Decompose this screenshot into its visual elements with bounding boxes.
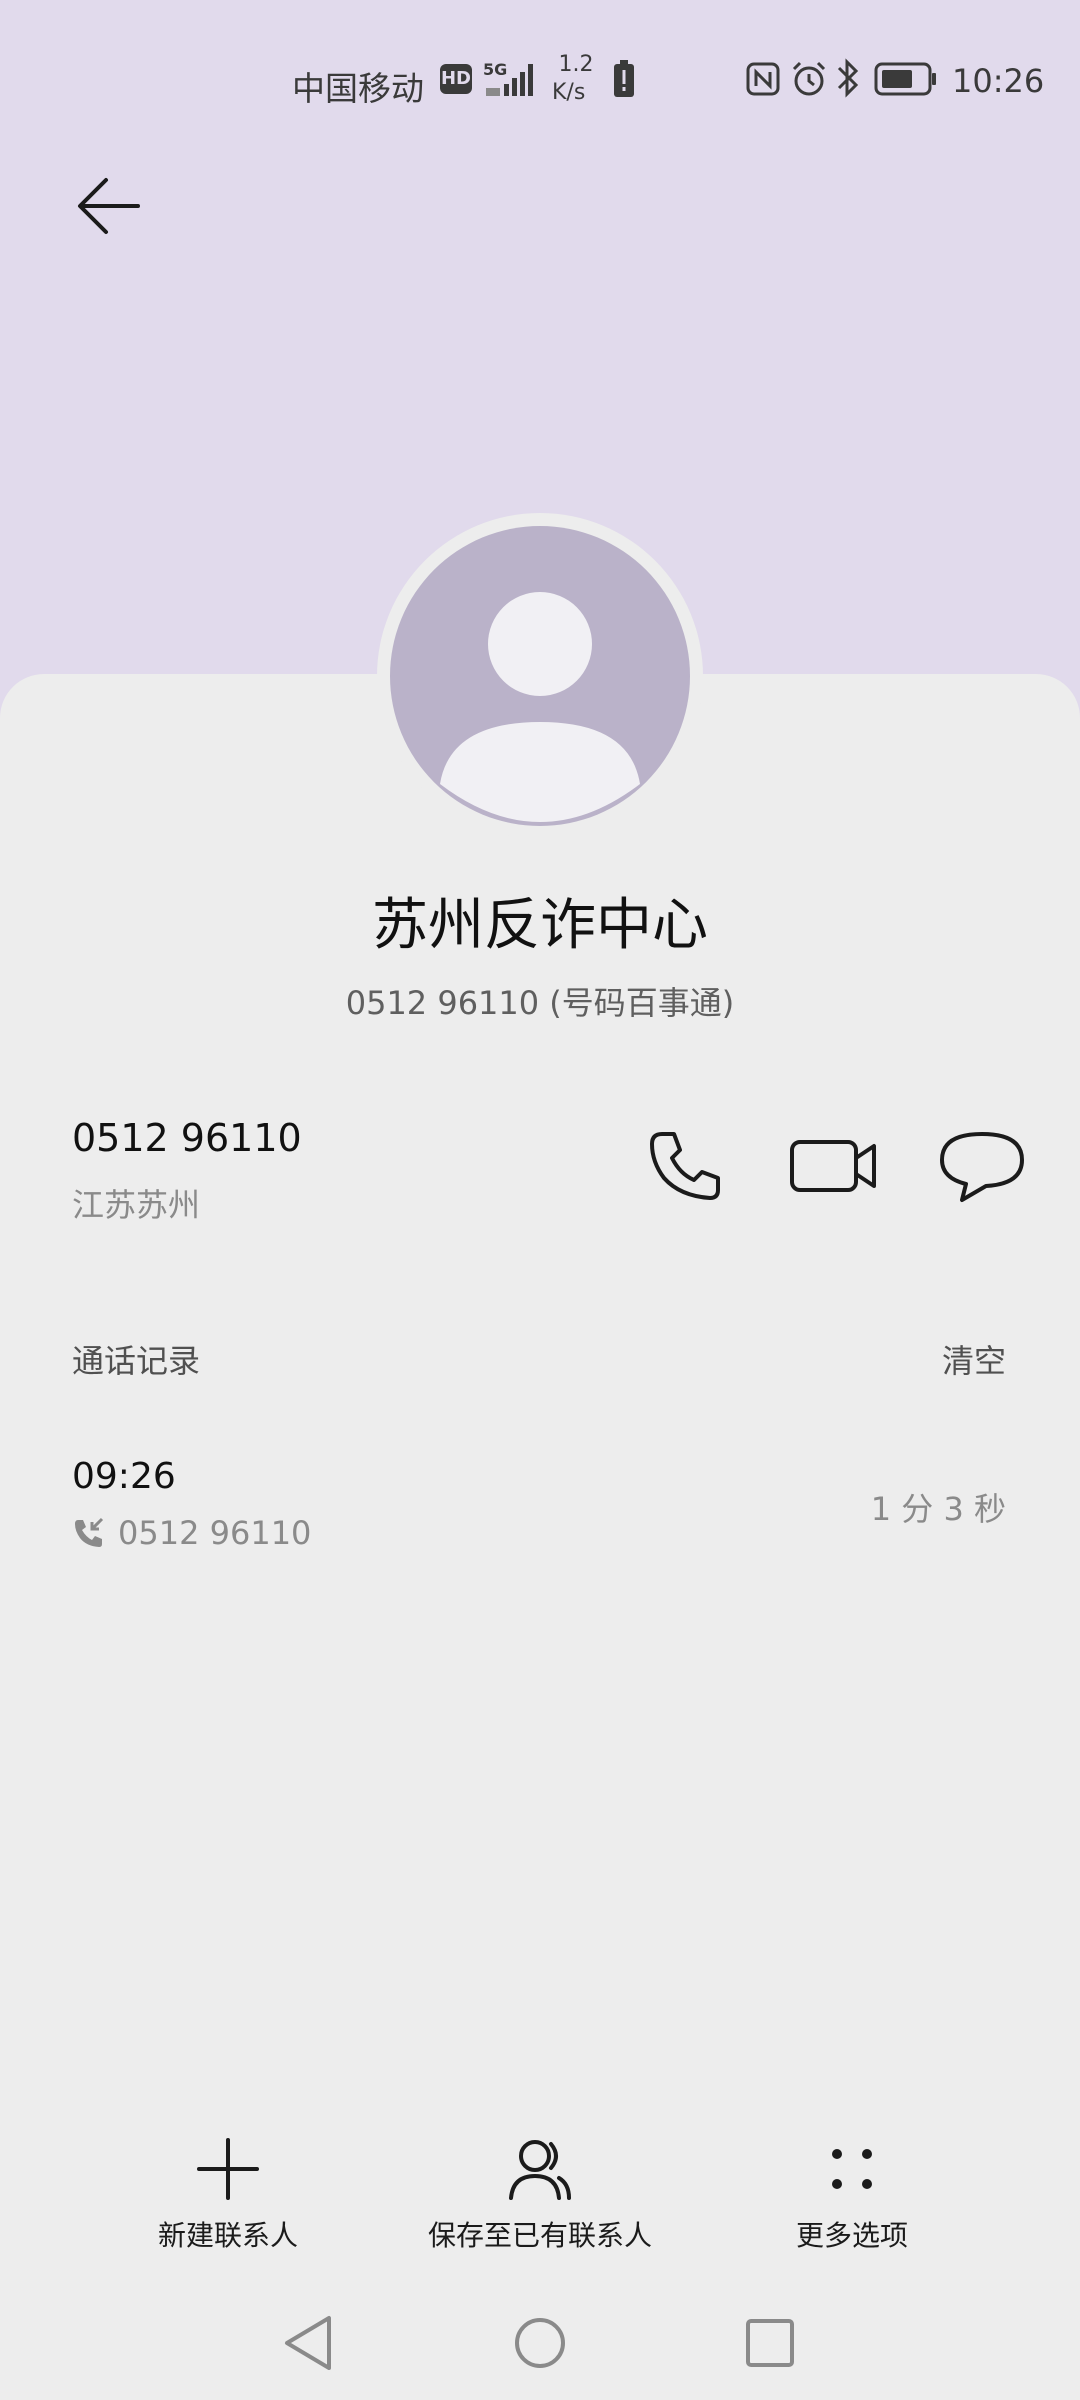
alarm-icon xyxy=(792,61,826,96)
message-button[interactable] xyxy=(932,1120,1032,1210)
clear-call-log-button[interactable]: 清空 xyxy=(942,1336,1006,1382)
carrier-name: 中国移动 xyxy=(292,69,424,108)
nfc-icon xyxy=(746,62,780,96)
call-log-title: 通话记录 xyxy=(72,1342,201,1380)
square-recents-icon xyxy=(746,2319,794,2367)
status-bar: 中国移动 HD 5G 1.2 K/s 10:26 xyxy=(0,0,1080,160)
bluetooth-icon xyxy=(837,58,859,98)
save-to-existing-label: 保存至已有联系人 xyxy=(427,2219,652,2252)
nav-back-button[interactable] xyxy=(275,2308,345,2378)
more-options-label: 更多选项 xyxy=(795,2219,908,2252)
triangle-back-icon xyxy=(285,2316,331,2370)
call-time: 09:26 xyxy=(72,1456,176,1497)
incoming-call-icon xyxy=(75,1517,104,1547)
circle-home-icon xyxy=(515,2318,565,2368)
battery-alert-icon xyxy=(614,60,634,97)
number-location: 江苏苏州 xyxy=(72,1186,201,1224)
contacts-icon xyxy=(509,2140,571,2200)
phone-icon xyxy=(650,1132,720,1200)
new-contact-button[interactable]: 新建联系人 xyxy=(78,2134,378,2254)
speed-unit: K/s xyxy=(552,80,586,105)
arrow-left-icon xyxy=(78,178,140,234)
avatar xyxy=(390,526,690,826)
chat-bubble-icon xyxy=(940,1132,1024,1202)
nav-recents-button[interactable] xyxy=(735,2308,805,2378)
call-button[interactable] xyxy=(640,1120,730,1210)
new-contact-label: 新建联系人 xyxy=(157,2219,298,2252)
video-camera-icon xyxy=(790,1140,876,1192)
more-options-button[interactable]: 更多选项 xyxy=(702,2134,1002,2254)
plus-icon xyxy=(197,2138,259,2200)
video-call-button[interactable] xyxy=(784,1120,894,1210)
save-to-existing-contact-button[interactable]: 保存至已有联系人 xyxy=(390,2134,690,2254)
clock: 10:26 xyxy=(952,62,1045,100)
call-number-row: 0512 96110 xyxy=(72,1514,311,1552)
battery-icon xyxy=(874,62,936,96)
call-duration: 1 分 3 秒 xyxy=(870,1490,1006,1528)
call-number: 0512 96110 xyxy=(118,1514,312,1552)
contact-name: 苏州反诈中心 xyxy=(372,893,708,958)
back-button[interactable] xyxy=(60,160,156,256)
person-placeholder-icon xyxy=(440,592,640,822)
nav-home-button[interactable] xyxy=(505,2308,575,2378)
contact-subtitle: 0512 96110 (号码百事通) xyxy=(345,984,735,1022)
hd-badge: HD xyxy=(440,64,472,94)
more-dots-icon xyxy=(832,2149,872,2189)
phone-number[interactable]: 0512 96110 xyxy=(72,1116,302,1160)
signal-icon xyxy=(486,64,533,96)
speed-value: 1.2 xyxy=(558,52,594,77)
